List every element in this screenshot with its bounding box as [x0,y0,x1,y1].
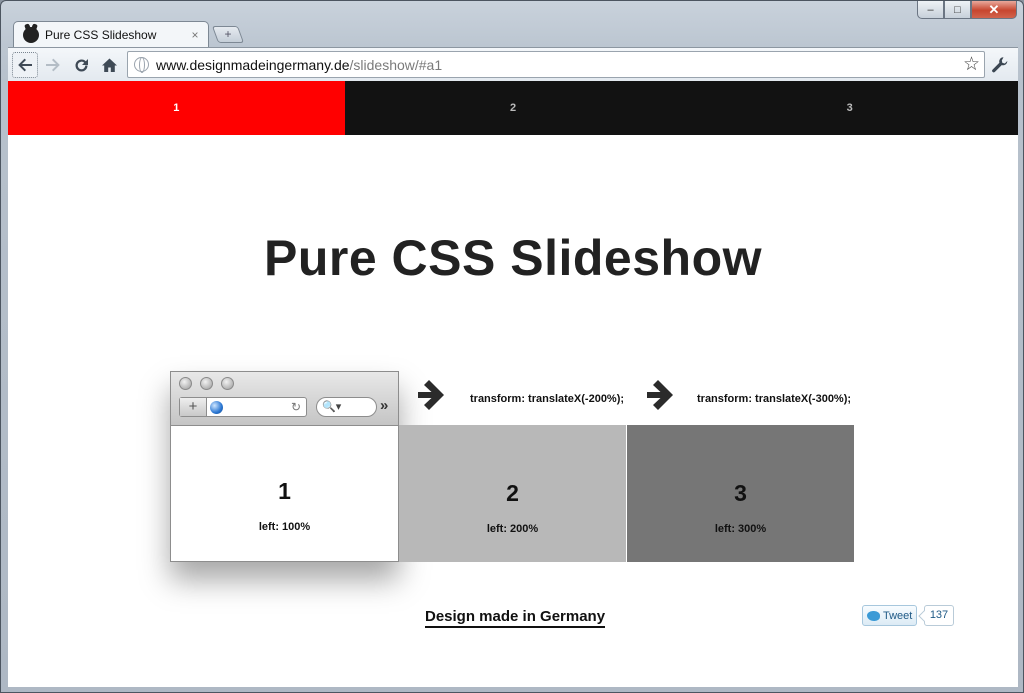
forward-arrow-icon [46,58,60,72]
slide-position: left: 200% [486,523,539,535]
window-dot-icon [221,377,234,390]
maximize-button[interactable]: □ [944,1,971,19]
slide-nav-item-1[interactable]: 1 [8,81,345,135]
minimize-button[interactable]: – [917,1,944,19]
window-caption-buttons: – □ ✕ [917,1,1017,19]
star-icon[interactable]: ☆ [963,53,980,76]
slide-number: 1 [278,478,291,504]
url-host: www.designmadeingermany.de [156,56,350,73]
url-path: /slideshow/#a1 [349,56,443,73]
close-window-button[interactable]: ✕ [971,1,1017,19]
plus-icon: + [180,398,207,416]
browser-tab[interactable]: Pure CSS Slideshow × [13,21,209,47]
tweet-label: Tweet [883,609,913,622]
chevron-more-icon: » [380,397,389,414]
address-bar[interactable]: www.designmadeingermany.de/slideshow/#a1… [127,51,985,78]
slide-2: 2 left: 200% [399,425,626,562]
slide-3: 3 left: 300% [627,425,854,562]
window-dot-icon [200,377,213,390]
home-icon [101,58,117,72]
globe-icon [134,57,149,73]
page-title: Pure CSS Slideshow [263,230,762,286]
plus-icon: + [224,27,232,41]
footer-link[interactable]: Design made in Germany [425,608,606,628]
slide-nav-item-3[interactable]: 3 [681,81,1018,135]
window-dot-icon [179,377,192,390]
browser-toolbar: www.designmadeingermany.de/slideshow/#a1… [8,47,1018,81]
slide-1: 1 left: 100% [171,426,398,561]
transform-label: transform: translateX(-200%); [470,393,625,405]
mini-search-field: 🔍▾ [316,397,377,417]
slide-position: left: 300% [714,523,767,535]
slide-nav: 1 2 3 [8,81,1018,135]
page-viewport: 1 2 3 Pure CSS Slideshow + ↻ 🔍▾ » 1 left… [8,81,1018,687]
earth-icon [210,400,223,414]
slide-number: 3 [734,480,747,506]
transform-label: transform: translateX(-300%); [697,393,852,405]
arrow-right-icon [418,380,444,410]
mini-browser-chrome: + ↻ 🔍▾ » [171,372,398,426]
browser-window: – □ ✕ Pure CSS Slideshow × + www.designm… [0,0,1024,693]
tab-title: Pure CSS Slideshow [45,27,157,42]
favicon-icon [23,26,39,43]
reload-button[interactable] [68,52,94,78]
tweet-count[interactable]: 137 [924,605,954,626]
tab-close-icon[interactable]: × [188,28,202,42]
forward-button[interactable] [40,52,66,78]
home-button[interactable] [96,52,122,78]
mini-address-bar: + ↻ [179,397,307,417]
reload-icon [75,58,88,71]
refresh-icon: ↻ [290,400,301,414]
slide-nav-item-2[interactable]: 2 [344,81,682,135]
tweet-button[interactable]: Tweet [862,605,917,626]
slide-number: 2 [506,480,519,506]
back-button[interactable] [12,52,38,78]
new-tab-button[interactable]: + [211,26,245,43]
wrench-icon[interactable] [988,53,1012,77]
back-arrow-icon [18,58,32,72]
twitter-bird-icon [867,610,880,621]
arrow-right-icon [647,380,673,410]
slide-position: left: 100% [258,521,311,533]
